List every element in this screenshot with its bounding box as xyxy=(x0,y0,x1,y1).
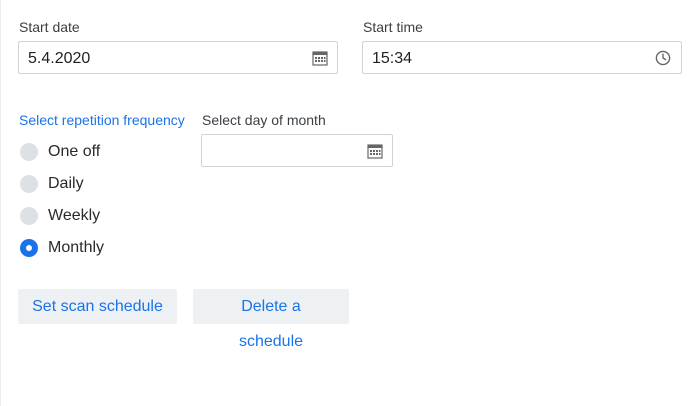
start-time-label: Start time xyxy=(363,19,423,35)
radio-label: Monthly xyxy=(48,239,105,256)
radio-button[interactable] xyxy=(20,143,38,161)
radio-label: One off xyxy=(48,143,101,160)
calendar-icon[interactable] xyxy=(312,50,328,66)
radio-button[interactable] xyxy=(20,175,38,193)
start-date-field[interactable]: 5.4.2020 xyxy=(18,41,338,74)
radio-label: Daily xyxy=(48,175,84,192)
radio-button-selected[interactable] xyxy=(20,239,38,257)
frequency-label: Select repetition frequency xyxy=(19,112,185,128)
panel-left-border xyxy=(0,0,1,406)
delete-schedule-button[interactable]: Delete a schedule xyxy=(193,289,349,350)
day-of-month-label: Select day of month xyxy=(202,112,326,128)
start-time-value: 15:34 xyxy=(372,50,413,67)
radio-button[interactable] xyxy=(20,207,38,225)
calendar-icon[interactable] xyxy=(367,143,383,159)
clock-icon[interactable] xyxy=(655,50,671,66)
day-of-month-field[interactable] xyxy=(201,134,393,167)
set-scan-schedule-button[interactable]: Set scan schedule xyxy=(18,289,177,324)
start-time-field[interactable]: 15:34 xyxy=(362,41,682,74)
radio-label: Weekly xyxy=(48,207,101,224)
start-date-label: Start date xyxy=(19,19,80,35)
start-date-value: 5.4.2020 xyxy=(28,50,91,67)
